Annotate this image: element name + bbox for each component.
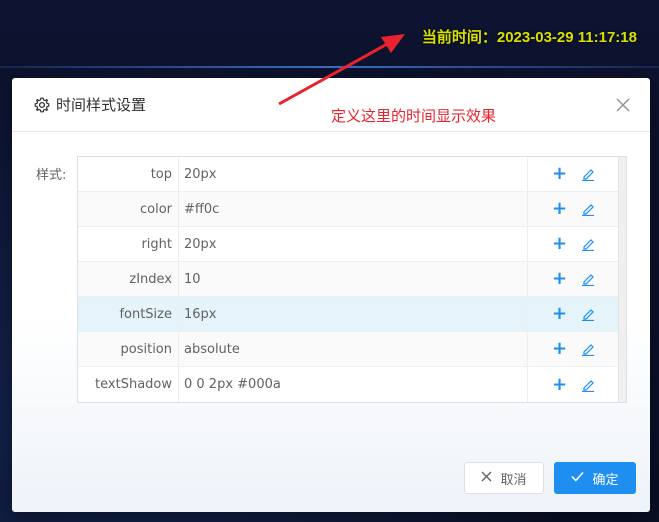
table-row: right 20px + bbox=[78, 227, 626, 262]
gear-icon bbox=[34, 97, 50, 113]
table-scrollbar[interactable] bbox=[618, 157, 626, 402]
row-actions: + bbox=[528, 367, 616, 402]
check-icon bbox=[571, 471, 585, 486]
row-actions: + bbox=[528, 262, 616, 296]
add-icon[interactable]: + bbox=[552, 165, 567, 183]
add-icon[interactable]: + bbox=[552, 340, 567, 358]
table-row: color #ff0c + bbox=[78, 192, 626, 227]
cancel-label: 取消 bbox=[500, 472, 527, 488]
style-value[interactable]: 0 0 2px #000a bbox=[179, 367, 528, 402]
cancel-button[interactable]: 取消 bbox=[464, 462, 544, 494]
edit-icon[interactable] bbox=[581, 377, 597, 393]
current-time-display: 当前时间：2023-03-29 11:17:18 bbox=[421, 29, 637, 46]
confirm-button[interactable]: 确定 bbox=[554, 462, 636, 494]
style-form-label: 样式: bbox=[36, 168, 67, 183]
table-row: position absolute + bbox=[78, 332, 626, 367]
add-icon[interactable]: + bbox=[552, 270, 567, 288]
annotation-text: 定义这里的时间显示效果 bbox=[331, 107, 497, 125]
row-actions: + bbox=[528, 332, 616, 366]
style-value[interactable]: #ff0c bbox=[179, 192, 528, 226]
close-button[interactable] bbox=[612, 94, 634, 116]
row-actions: + bbox=[528, 157, 616, 191]
dialog-title: 时间样式设置 bbox=[56, 96, 147, 114]
edit-icon[interactable] bbox=[581, 166, 597, 182]
edit-icon[interactable] bbox=[581, 306, 597, 322]
style-value[interactable]: 20px bbox=[179, 227, 528, 261]
style-key: position bbox=[78, 332, 179, 366]
row-actions: + bbox=[528, 192, 616, 226]
style-value[interactable]: absolute bbox=[179, 332, 528, 366]
style-key: zIndex bbox=[78, 262, 179, 296]
row-actions: + bbox=[528, 227, 616, 261]
add-icon[interactable]: + bbox=[552, 305, 567, 323]
confirm-label: 确定 bbox=[592, 472, 619, 488]
style-value[interactable]: 16px bbox=[179, 297, 528, 331]
table-row: top 20px + bbox=[78, 157, 626, 192]
close-icon bbox=[616, 93, 630, 117]
table-row: textShadow 0 0 2px #000a + bbox=[78, 367, 626, 402]
edit-icon[interactable] bbox=[581, 236, 597, 252]
close-icon bbox=[481, 471, 492, 486]
style-key: top bbox=[78, 157, 179, 191]
edit-icon[interactable] bbox=[581, 271, 597, 287]
table-row: zIndex 10 + bbox=[78, 262, 626, 297]
edit-icon[interactable] bbox=[581, 201, 597, 217]
table-row: fontSize 16px + bbox=[78, 297, 626, 332]
style-value[interactable]: 10 bbox=[179, 262, 528, 296]
style-value[interactable]: 20px bbox=[179, 157, 528, 191]
header-divider-line bbox=[0, 66, 659, 68]
add-icon[interactable]: + bbox=[552, 375, 567, 394]
style-table: top 20px + color #ff0c + right 20px + zIndex 10 + fo… bbox=[77, 156, 627, 403]
add-icon[interactable]: + bbox=[552, 235, 567, 253]
add-icon[interactable]: + bbox=[552, 200, 567, 218]
time-style-dialog: 时间样式设置 样式: top 20px + color #ff0c + right 20px +… bbox=[12, 78, 650, 512]
style-key: textShadow bbox=[78, 367, 179, 402]
edit-icon[interactable] bbox=[581, 341, 597, 357]
style-key: right bbox=[78, 227, 179, 261]
style-key: fontSize bbox=[78, 297, 179, 331]
row-actions: + bbox=[528, 297, 616, 331]
style-key: color bbox=[78, 192, 179, 226]
